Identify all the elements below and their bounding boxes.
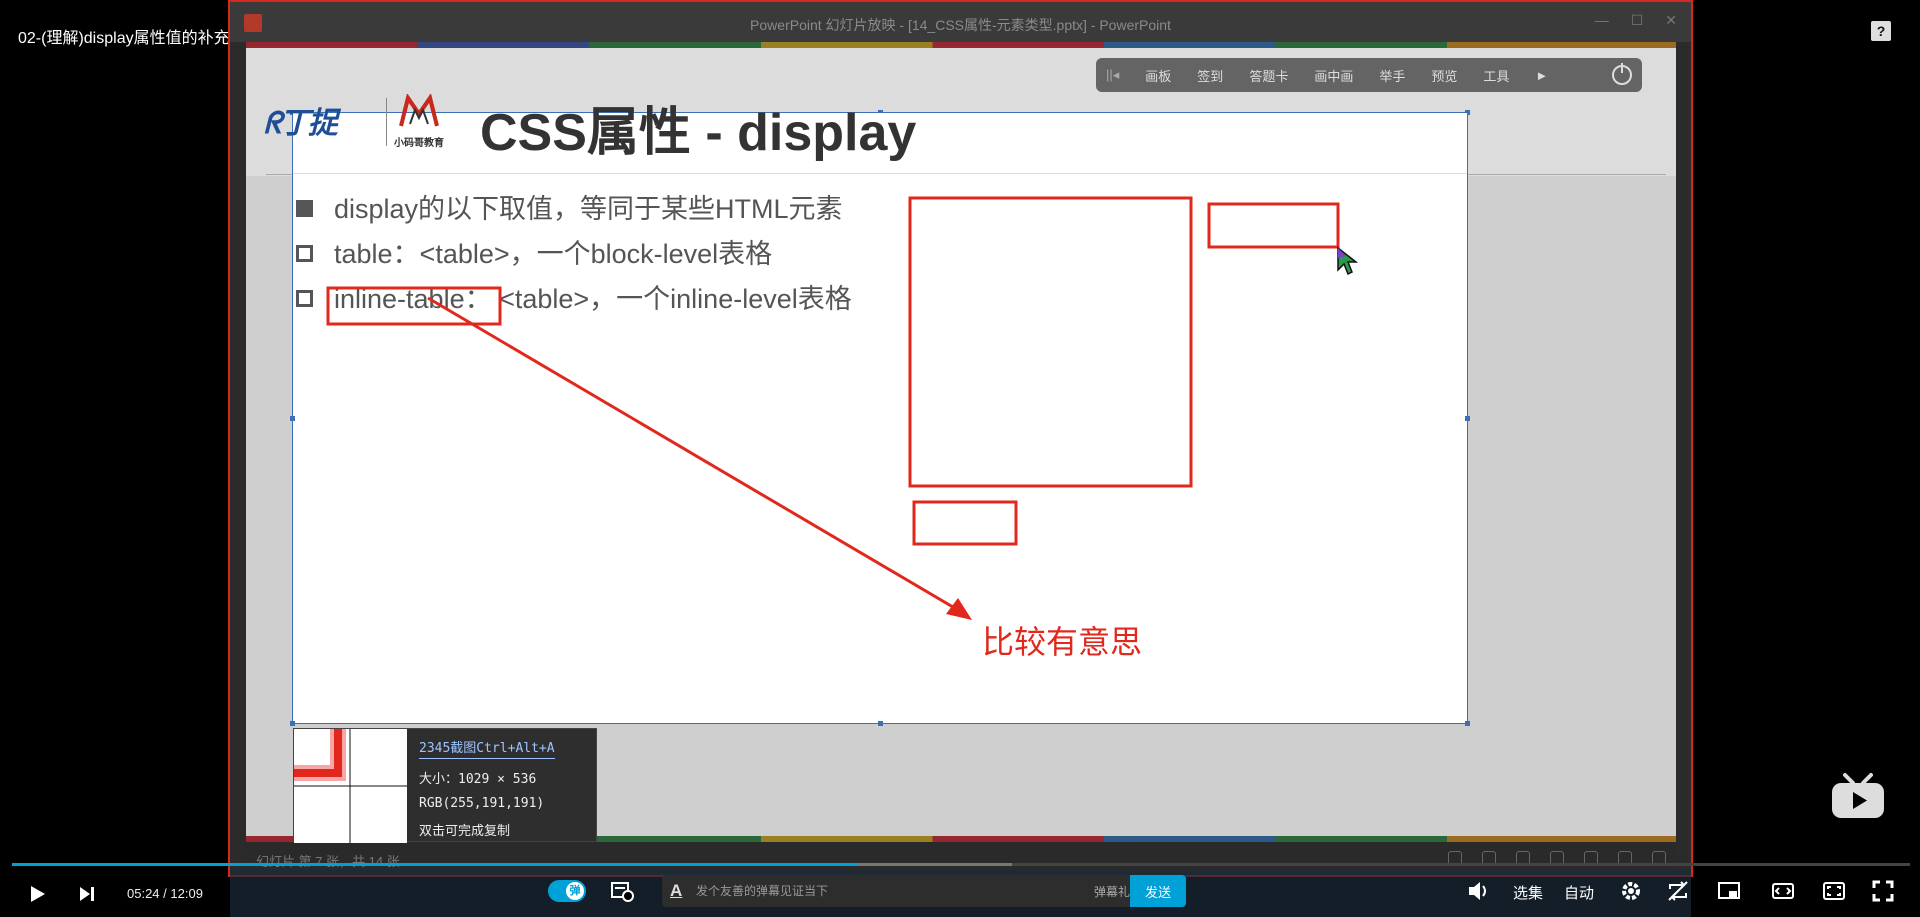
hollow-square-bullet-icon	[296, 290, 313, 307]
powerpoint-titlebar: PowerPoint 幻灯片放映 - [14_CSS属性-元素类型.pptx] …	[230, 2, 1691, 42]
bilibili-tv-icon[interactable]	[1829, 771, 1887, 821]
toolbar-sign-in[interactable]: 签到	[1197, 66, 1223, 85]
list-item: inline-table： <table>，一个inline-level表格	[296, 281, 852, 326]
mouse-cursor-icon	[1337, 246, 1358, 276]
snip-tool-header: 2345截图Ctrl+Alt+A	[419, 737, 555, 759]
selection-handle[interactable]	[1465, 721, 1470, 726]
toolbar-arrow-icon[interactable]: ►	[1535, 68, 1548, 83]
danmu-style-icon[interactable]: A	[670, 881, 682, 901]
selection-handle[interactable]	[1465, 416, 1470, 421]
toolbar-collapse-icon[interactable]: ||◂	[1106, 67, 1119, 83]
danmu-toggle[interactable]: 弹	[548, 880, 586, 902]
snip-hint: 双击可完成复制	[419, 824, 511, 839]
classroom-toolbar: ||◂ 画板 签到 答题卡 画中画 举手 预览 工具 ►	[1096, 58, 1642, 92]
annotation-text: 比较有意思	[982, 624, 1143, 660]
danmu-toggle-label: 弹	[566, 882, 584, 900]
duration: 12:09	[170, 886, 203, 901]
play-icon	[31, 885, 45, 902]
hollow-square-bullet-icon	[296, 245, 313, 262]
slide-title-overlay: CSS属性 - display	[480, 104, 917, 162]
list-item: display的以下取值，等同于某些HTML元素	[296, 191, 852, 236]
video-player: { "video": { "title": "02-(理解)display属性值…	[0, 0, 1920, 917]
powerpoint-window-title: PowerPoint 幻灯片放映 - [14_CSS属性-元素类型.pptx] …	[750, 17, 1171, 33]
toolbar-tools[interactable]: 工具	[1483, 66, 1509, 85]
play-button[interactable]	[26, 870, 48, 917]
magnifier-preview	[294, 729, 407, 843]
toolbar-preview[interactable]: 预览	[1431, 66, 1457, 85]
minimize-icon[interactable]: —	[1595, 12, 1609, 29]
close-icon[interactable]: ✕	[1665, 12, 1677, 29]
time-display: 05:24 / 12:09	[127, 886, 203, 901]
gear-icon[interactable]	[1619, 879, 1643, 903]
loop-off-icon[interactable]	[1666, 879, 1690, 903]
progress-bar[interactable]	[12, 863, 1910, 866]
toolbar-answer-card[interactable]: 答题卡	[1249, 66, 1288, 85]
toolbar-picture-in-picture[interactable]: 画中画	[1314, 66, 1353, 85]
volume-icon[interactable]	[1467, 880, 1491, 902]
square-bullet-icon	[296, 200, 313, 217]
picture-in-picture-icon[interactable]	[1717, 880, 1741, 902]
current-time: 05:24	[127, 886, 160, 901]
next-icon	[80, 886, 94, 901]
snip-size: 大小：1029 × 536	[419, 772, 537, 787]
brand-logos-overlay: ᖇ丁捉 小码哥教育	[264, 94, 454, 150]
selection-handle[interactable]	[878, 721, 883, 726]
video-title: 02-(理解)display属性值的补充	[18, 30, 230, 47]
selection-handle[interactable]	[290, 416, 295, 421]
help-icon[interactable]: ?	[1871, 21, 1891, 41]
quality-button[interactable]: 自动	[1564, 882, 1594, 903]
selection-handle[interactable]	[290, 721, 295, 726]
played-bar	[12, 863, 857, 866]
bullet-list: display的以下取值，等同于某些HTML元素 table：<table>，一…	[296, 191, 852, 326]
slide-counter: 幻灯片 第 7 张，共 14 张	[256, 854, 400, 869]
power-icon[interactable]	[1612, 63, 1632, 85]
fullscreen-icon[interactable]	[1871, 879, 1895, 903]
send-button[interactable]: 发送	[1130, 875, 1186, 907]
toolbar-raise-hand[interactable]: 举手	[1379, 66, 1405, 85]
web-fullscreen-icon[interactable]	[1822, 880, 1846, 902]
episodes-button[interactable]: 选集	[1513, 882, 1543, 903]
danmu-input[interactable]	[696, 879, 1046, 903]
maximize-icon[interactable]: ☐	[1631, 12, 1644, 29]
snip-tool-tooltip: 2345截图Ctrl+Alt+A 大小：1029 × 536 RGB(255,1…	[293, 728, 597, 843]
snip-rgb: RGB(255,191,191)	[419, 796, 545, 811]
danmu-input-group: A 弹幕礼仪 › 发送	[662, 875, 1186, 907]
toolbar-drawing-board[interactable]: 画板	[1145, 66, 1171, 85]
danmu-settings-icon[interactable]	[610, 880, 634, 902]
list-item: table：<table>，一个block-level表格	[296, 236, 852, 281]
widescreen-icon[interactable]	[1771, 880, 1795, 902]
next-button[interactable]	[78, 870, 96, 917]
